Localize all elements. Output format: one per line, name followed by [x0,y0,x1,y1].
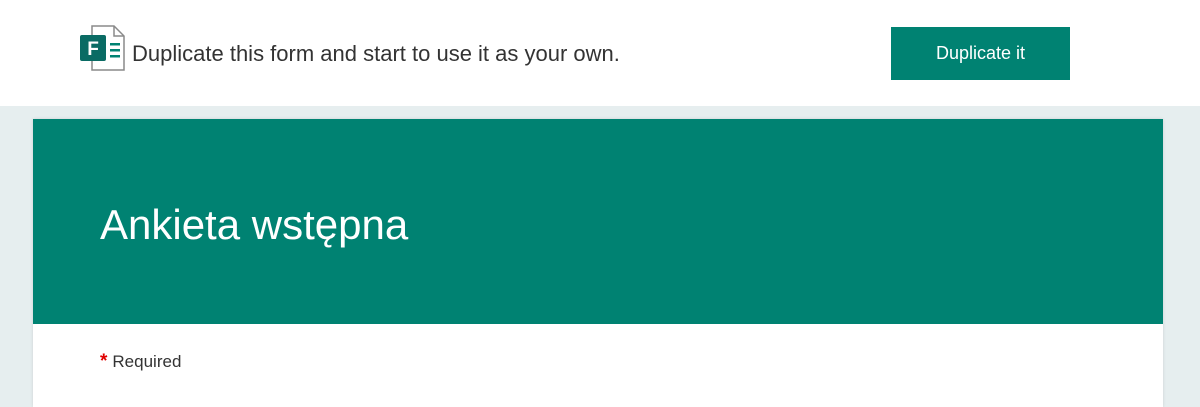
forms-logo-letter: F [87,39,99,60]
required-label: Required [112,352,182,371]
duplicate-banner: F Duplicate this form and start to use i… [0,0,1200,106]
banner-message: Duplicate this form and start to use it … [132,41,620,66]
duplicate-it-button[interactable]: Duplicate it [891,27,1070,80]
form-header: Ankieta wstępna [33,119,1163,324]
required-star: * [100,351,108,372]
form-card: Ankieta wstępna * Required [33,119,1163,407]
form-title: Ankieta wstępna [100,201,409,248]
required-note: * Required [100,351,181,373]
microsoft-forms-icon: F [80,25,125,71]
